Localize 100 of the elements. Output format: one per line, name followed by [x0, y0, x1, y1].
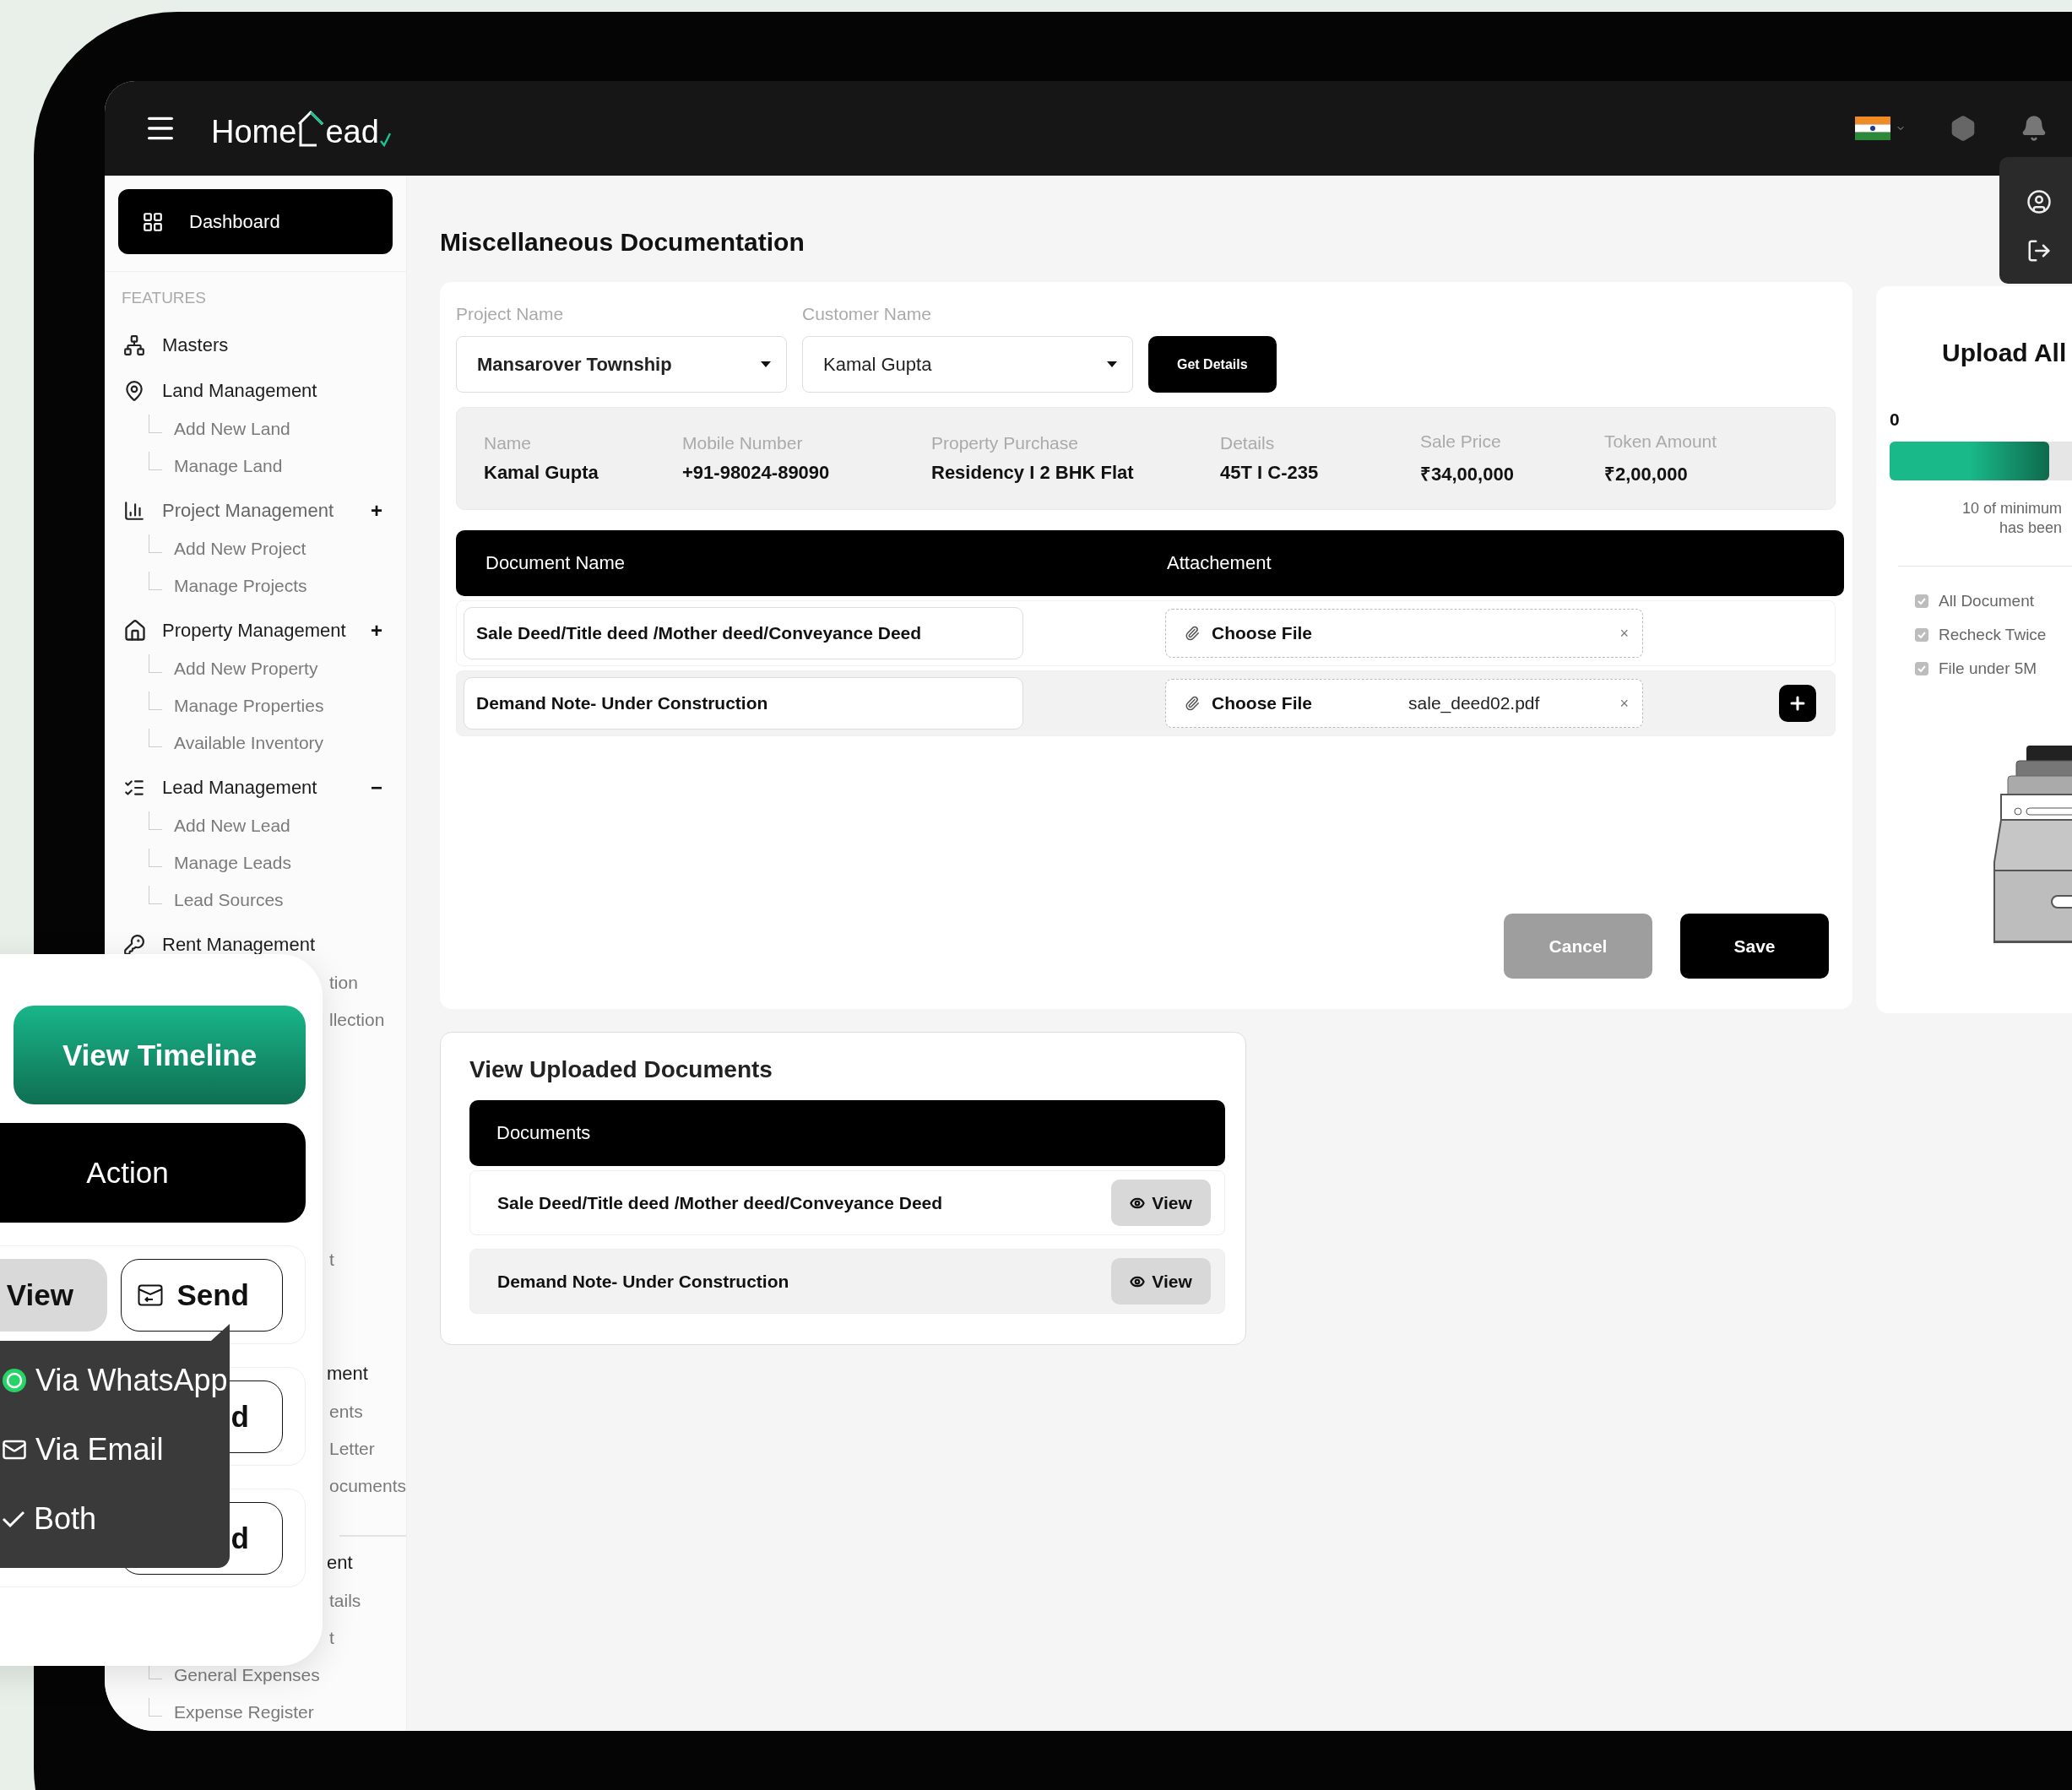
paperclip-icon [1185, 696, 1200, 711]
select-field[interactable]: Kamal Gupta [802, 336, 1133, 393]
house-logo-icon [296, 109, 326, 148]
checkbox[interactable] [1915, 662, 1928, 675]
sidebar-item[interactable]: ment [327, 1363, 368, 1385]
checklist-text: Recheck Twice [1939, 626, 2047, 644]
tree-line [149, 415, 162, 433]
inbox-icon [138, 1283, 164, 1306]
sidebar-subitem[interactable]: Add New Land [174, 419, 290, 439]
sidebar-item[interactable]: Project Management [162, 500, 334, 522]
column-header: Attachement [1167, 552, 1272, 574]
document-name-field[interactable]: Sale Deed/Title deed /Mother deed/Conveyance Deed [464, 607, 1023, 659]
tree-line [149, 572, 162, 590]
sidebar-subitem[interactable]: Manage Projects [174, 576, 307, 596]
summary-label: Details [1220, 433, 1276, 453]
logo-text: Home [211, 116, 297, 148]
tree-line [149, 654, 162, 673]
view-button[interactable]: View [1111, 1258, 1211, 1305]
sidebar-subitem[interactable]: Available Inventory [174, 733, 324, 753]
expand-toggle[interactable]: + [371, 619, 382, 643]
sidebar-subitem[interactable]: tails [329, 1591, 361, 1611]
checkbox[interactable] [1915, 594, 1928, 608]
field-label: Customer Name [802, 304, 932, 324]
summary-value: +91-98024-89090 [682, 462, 831, 484]
card-title: View Uploaded Documents [469, 1056, 773, 1083]
sidebar-item[interactable]: Rent Management [162, 934, 315, 956]
file-drop-field[interactable]: Choose File × [1165, 609, 1643, 658]
sidebar-subitem[interactable]: Add New Lead [174, 816, 290, 836]
tree-line [149, 849, 162, 867]
expand-toggle[interactable]: + [371, 499, 382, 523]
sidebar-subitem[interactable]: ents [329, 1402, 363, 1422]
chart-icon [123, 500, 145, 522]
summary-value: Residency I 2 BHK Flat [931, 462, 1135, 484]
sidebar-subitem[interactable]: ocuments [329, 1476, 407, 1496]
user-icon[interactable] [2026, 189, 2052, 214]
sidebar-subitem[interactable]: llection [329, 1010, 385, 1030]
sidebar-item[interactable]: Property Management [162, 620, 346, 642]
check-icon [1917, 632, 1926, 638]
document-name: Sale Deed/Title deed /Mother deed/Conveyance Deed [497, 1192, 943, 1213]
view-timeline-button[interactable]: View Timeline [14, 1006, 306, 1104]
sidebar-item[interactable]: Land Management [162, 380, 317, 402]
sidebar-subitem[interactable]: t [329, 1628, 334, 1648]
document-name-field[interactable]: Demand Note- Under Construction [464, 677, 1023, 730]
menu-item[interactable]: Both [34, 1501, 97, 1537]
remove-file-button[interactable]: × [1619, 694, 1629, 713]
field-label: Project Name [456, 304, 565, 324]
page-title: Miscellaneous Documentation [440, 228, 805, 257]
summary-value: ₹34,00,000 [1420, 463, 1515, 485]
file-drop-field[interactable]: Choose File sale_deed02.pdf × [1165, 679, 1643, 728]
bell-icon[interactable] [2020, 115, 2048, 142]
checkbox[interactable] [1915, 628, 1928, 642]
summary-value: ₹2,00,000 [1604, 463, 1689, 485]
view-button[interactable]: View [0, 1258, 107, 1332]
sidebar-subitem[interactable]: Add New Project [174, 539, 306, 559]
dashboard-button[interactable]: Dashboard [118, 189, 393, 254]
sidebar-subitem[interactable]: Letter [329, 1439, 375, 1459]
expand-toggle[interactable]: − [371, 776, 382, 800]
menu-item[interactable]: Via WhatsApp [35, 1363, 228, 1398]
add-row-button[interactable] [1779, 685, 1816, 722]
map-pin-icon [123, 380, 145, 402]
chat-icon [2, 1368, 27, 1393]
sidebar-subitem[interactable]: tion [329, 973, 358, 993]
summary-label: Sale Price [1420, 431, 1502, 452]
view-button[interactable]: View [1111, 1180, 1211, 1226]
select-field[interactable]: Mansarover Township [456, 336, 787, 393]
action-button[interactable]: Save [1680, 914, 1829, 979]
sidebar-subitem[interactable]: General Expenses [174, 1665, 320, 1685]
choose-file-text: Choose File [1212, 623, 1313, 643]
hexagon-icon[interactable] [1950, 115, 1977, 142]
check-icon [1917, 665, 1926, 672]
sidebar-item[interactable]: Masters [162, 334, 229, 356]
summary-label: Mobile Number [682, 433, 804, 453]
tree-line [149, 886, 162, 904]
summary-value: Kamal Gupta [484, 462, 599, 484]
sidebar-subitem[interactable]: t [329, 1250, 334, 1270]
document-name: Demand Note- Under Construction [497, 1271, 789, 1292]
summary-value: 45T I C-235 [1220, 462, 1320, 484]
flag-icon[interactable] [1855, 117, 1890, 140]
sidebar-item[interactable]: ent [327, 1552, 353, 1574]
grid-icon [142, 210, 164, 233]
check-icon [378, 131, 391, 148]
logout-icon[interactable] [2026, 238, 2052, 263]
menu-item[interactable]: Via Email [35, 1432, 164, 1467]
sidebar-subitem[interactable]: Expense Register [174, 1702, 314, 1722]
send-button[interactable]: Send [121, 1258, 283, 1332]
summary-label: Token Amount [1604, 431, 1718, 452]
checklist-text: File under 5M [1939, 659, 2037, 678]
sidebar-subitem[interactable]: Manage Leads [174, 853, 291, 873]
get-details-button[interactable]: Get Details [1148, 336, 1277, 393]
action-button[interactable]: Action [0, 1123, 306, 1223]
sidebar-item[interactable]: Lead Management [162, 777, 317, 799]
caret-icon [761, 361, 771, 368]
sidebar-subitem[interactable]: Add New Property [174, 659, 318, 679]
remove-file-button[interactable]: × [1619, 624, 1629, 643]
sidebar-subitem[interactable]: Manage Properties [174, 696, 324, 716]
key-icon [123, 934, 145, 956]
sidebar-subitem[interactable]: Manage Land [174, 456, 283, 476]
tree-line [149, 729, 162, 747]
sidebar-subitem[interactable]: Lead Sources [174, 890, 284, 910]
section-title: FEATURES [122, 289, 207, 307]
